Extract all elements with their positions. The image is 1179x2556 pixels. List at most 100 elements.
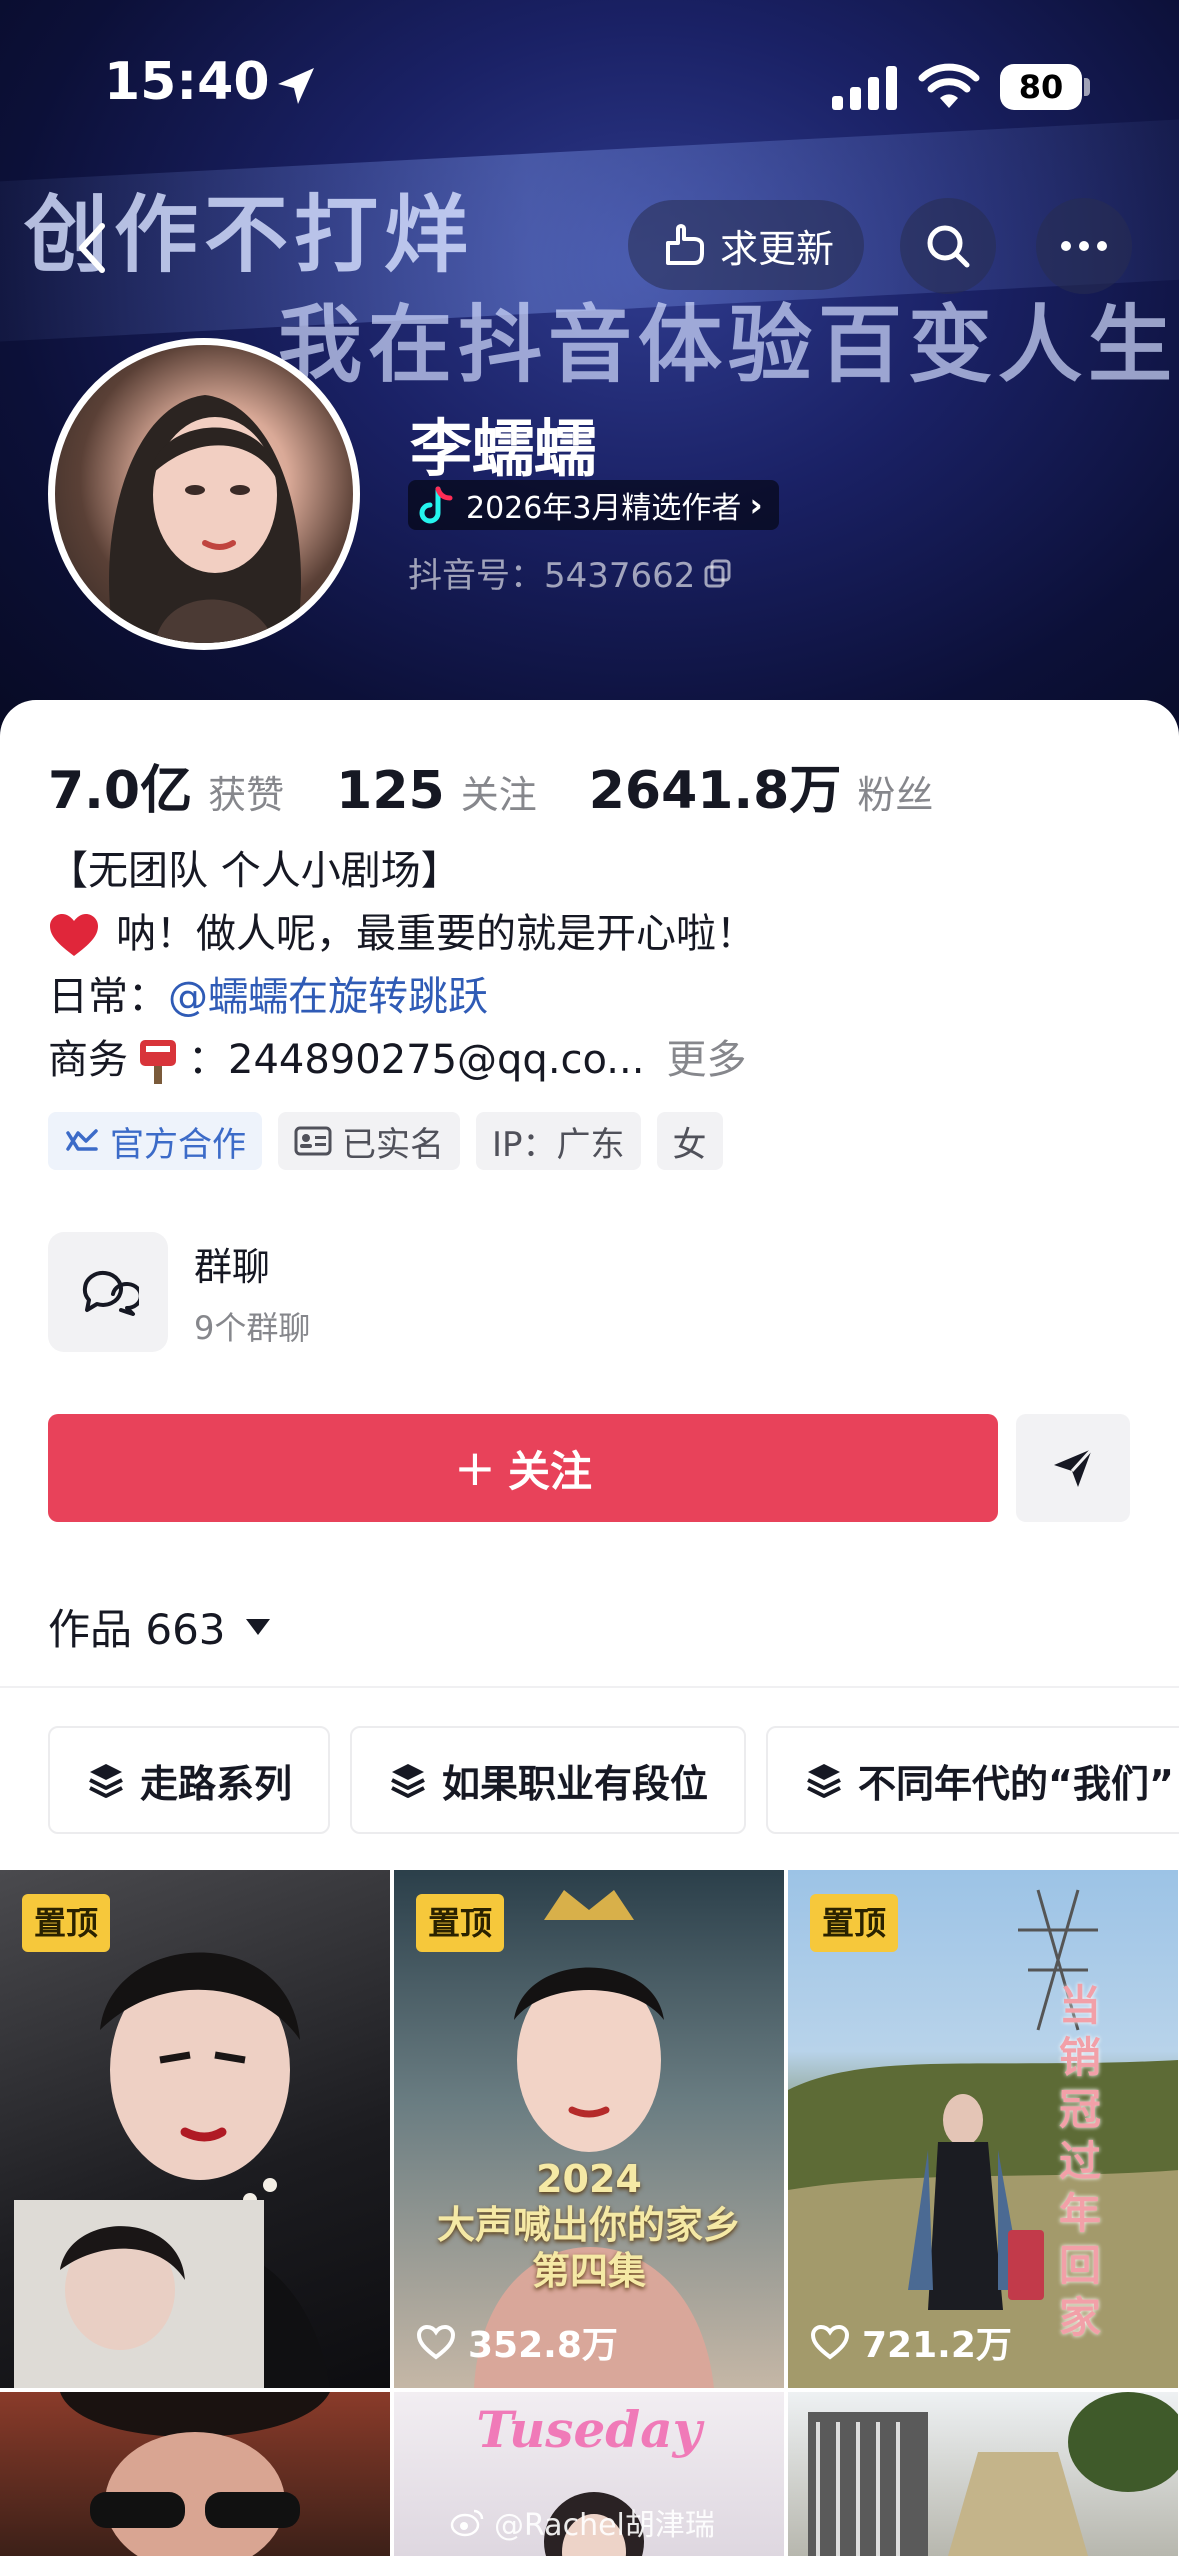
layers-icon [89, 1764, 123, 1798]
avatar-portrait [109, 395, 301, 643]
likes-count[interactable]: 7.0亿 [48, 748, 192, 823]
share-button[interactable] [1016, 1414, 1130, 1522]
bio-more-link[interactable]: 更多 [666, 1029, 746, 1092]
bio-line-2-text: 呐！做人呢，最重要的就是开心啦！ [116, 911, 756, 957]
red-heart-icon [50, 913, 98, 956]
video-tile[interactable] [788, 2392, 1178, 2556]
mention-link[interactable]: @蠕蠕在旋转跳跃 [168, 966, 488, 1029]
back-chevron-icon[interactable] [56, 210, 132, 286]
heart-outline-icon [810, 2324, 850, 2360]
video-grid: 置顶 置顶 2024 大声喊出你的家乡 第四集 352.8万 置顶 当销冠过年回… [0, 1870, 1179, 2556]
bio-line-3: 日常： @蠕蠕在旋转跳跃 [48, 966, 756, 1029]
search-icon [927, 225, 970, 268]
battery-indicator: 80 [1000, 64, 1090, 110]
follow-button[interactable]: + 关注 [48, 1414, 998, 1522]
group-chat-title: 群聊 [194, 1244, 271, 1289]
tag-label: 已实名 [342, 1124, 444, 1165]
video-overlay-text: 2024 大声喊出你的家乡 第四集 [436, 2157, 741, 2293]
weibo-logo-icon [450, 2509, 484, 2537]
layers-icon [391, 1764, 425, 1798]
pinned-badge: 置顶 [416, 1894, 505, 1952]
bio-line-4-contact: ：244890275@qq.co... [188, 1037, 645, 1083]
collection-label: 走路系列 [140, 1761, 293, 1806]
profile-card: 7.0亿 获赞 125 关注 2641.8万 粉丝 【无团队 个人小剧场】 呐！… [0, 700, 1179, 1870]
follow-label: 关注 [507, 1446, 592, 1496]
bio-line-4: 商务 ：244890275@qq.co... 更多 [48, 1029, 756, 1092]
likes-label[interactable]: 获赞 [208, 764, 284, 819]
battery-cap [1084, 78, 1090, 96]
wifi-icon [918, 63, 980, 108]
section-divider [0, 1686, 1179, 1688]
works-label: 作品 663 [48, 1605, 226, 1654]
layers-icon [807, 1764, 841, 1798]
douyin-id-text: 抖音号：5437662 [408, 556, 696, 596]
douyin-logo-icon [419, 486, 453, 524]
creator-badge-label: 2026年3月精选作者 [466, 491, 742, 526]
location-arrow-icon [278, 68, 314, 104]
battery-level: 80 [1000, 64, 1082, 110]
search-button[interactable] [900, 198, 996, 294]
fans-label[interactable]: 粉丝 [857, 764, 933, 819]
tag-official-cooperation[interactable]: 官方合作 [48, 1112, 262, 1170]
video-likes: 352.8万 [416, 2316, 618, 2368]
collection-walking[interactable]: 走路系列 [48, 1726, 331, 1834]
group-chat-entry[interactable]: 群聊 9个群聊 [48, 1232, 310, 1352]
id-card-icon [294, 1126, 332, 1156]
chevron-right-icon: › [749, 486, 763, 524]
tag-label: 女 [672, 1124, 707, 1165]
group-chat-icon-box [48, 1232, 168, 1352]
more-button[interactable] [1036, 198, 1132, 294]
collection-career-rank[interactable]: 如果职业有段位 [350, 1726, 747, 1834]
video-likes-count: 721.2万 [862, 2325, 1012, 2366]
heart-outline-icon [416, 2324, 456, 2360]
group-chat-text: 群聊 9个群聊 [194, 1236, 310, 1349]
plus-icon: + [454, 1439, 496, 1497]
handshake-icon [66, 1129, 98, 1151]
bio: 【无团队 个人小剧场】 呐！做人呢，最重要的就是开心啦！ 日常： @蠕蠕在旋转跳… [48, 840, 756, 1092]
fans-count[interactable]: 2641.8万 [589, 748, 842, 823]
tag-ip-location: IP：广东 [476, 1112, 641, 1170]
chat-bubbles-icon [82, 1270, 139, 1316]
dropdown-triangle-icon [245, 1618, 270, 1635]
video-thumbnail [60, 2392, 330, 2556]
following-label[interactable]: 关注 [461, 764, 537, 819]
video-tile[interactable] [0, 2392, 390, 2556]
profile-banner: 创作不打烊 我在抖音体验百变人生 15:40 80 求更新 李蠕蠕 2026年3… [0, 0, 1179, 760]
works-tab[interactable]: 作品 663 [48, 1596, 272, 1657]
video-overlay-text: 当销冠过年回家 [1058, 1981, 1101, 2342]
video-likes: 721.2万 [810, 2316, 1012, 2368]
video-thumbnail [808, 2392, 1178, 2556]
profile-avatar[interactable] [48, 338, 360, 650]
bio-line-3-prefix: 日常： [48, 974, 168, 1020]
watermark-text: @Rachel胡津瑞 [494, 2508, 715, 2543]
request-update-label: 求更新 [719, 226, 834, 271]
send-arrow-icon [1054, 1447, 1094, 1487]
tag-label: IP：广东 [492, 1124, 625, 1165]
video-likes-count: 352.8万 [468, 2325, 618, 2366]
watermark: @Rachel胡津瑞 [450, 2500, 715, 2544]
video-tile[interactable]: 置顶 2024 大声喊出你的家乡 第四集 352.8万 [394, 1870, 784, 2388]
tag-gender: 女 [656, 1112, 723, 1170]
collection-label: 不同年代的“我们” [858, 1761, 1174, 1806]
collection-label: 如果职业有段位 [442, 1761, 709, 1806]
video-tile[interactable]: 置顶 [0, 1870, 390, 2388]
mailbox-icon [140, 1039, 176, 1084]
collection-different-eras[interactable]: 不同年代的“我们” [766, 1726, 1179, 1834]
video-tile[interactable]: 置顶 当销冠过年回家 721.2万 [788, 1870, 1178, 2388]
request-update-button[interactable]: 求更新 [628, 200, 864, 290]
collections-row: 走路系列 如果职业有段位 不同年代的“我们” [48, 1726, 1179, 1834]
tag-verified[interactable]: 已实名 [278, 1112, 460, 1170]
douyin-id[interactable]: 抖音号：5437662 [408, 548, 733, 597]
creator-badge[interactable]: 2026年3月精选作者 › [408, 480, 779, 530]
copy-icon[interactable] [703, 558, 733, 588]
bio-line-4-prefix: 商务 [48, 1037, 128, 1083]
bio-line-1: 【无团队 个人小剧场】 [48, 848, 461, 894]
cellular-signal-icon [832, 66, 897, 110]
tag-label: 官方合作 [110, 1124, 246, 1165]
pinned-badge: 置顶 [22, 1894, 111, 1952]
bio-line-2: 呐！做人呢，最重要的就是开心啦！ [48, 903, 756, 966]
stats-row: 7.0亿 获赞 125 关注 2641.8万 粉丝 [48, 748, 969, 823]
following-count[interactable]: 125 [336, 761, 445, 821]
banner-text-line2: 我在抖音体验百变人生 [278, 296, 1179, 394]
group-chat-subtitle: 9个群聊 [194, 1308, 311, 1347]
